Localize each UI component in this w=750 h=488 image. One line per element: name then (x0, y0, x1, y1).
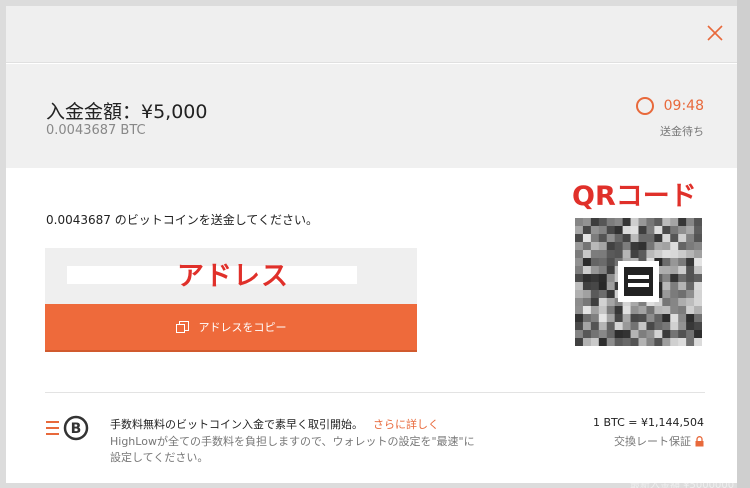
bitcoin-fast-icon: B (46, 415, 89, 441)
qr-code (575, 218, 702, 346)
qr-overlay-label: QRコード (572, 181, 697, 212)
deposit-modal: 入金金額：¥5,000 0.0043687 BTC 09:48 送金待ち 0.0… (6, 6, 737, 483)
close-icon (707, 25, 723, 41)
rate-guarantee: 交換レート保証 (614, 433, 704, 449)
copy-address-button[interactable]: アドレスをコピー (45, 304, 417, 350)
rate-guarantee-label: 交換レート保証 (614, 435, 691, 448)
copy-icon (175, 320, 189, 333)
address-box[interactable]: アドレス (45, 248, 417, 304)
svg-text:B: B (71, 421, 82, 437)
lock-icon (695, 435, 704, 446)
promo-text: 手数料無料のビットコイン入金で素早く取引開始。 さらに詳しく (110, 416, 439, 432)
promo-note-line1: HighLowが全ての手数料を負担しますので、ウォレットの設定を"最速"に (110, 435, 475, 448)
deposit-amount: 入金金額：¥5,000 (46, 101, 208, 123)
timer: 09:48 送金待ち (635, 97, 704, 139)
deposit-amount-btc: 0.0043687 BTC (46, 123, 146, 138)
send-instruction: 0.0043687 のビットコインを送金してください。 (46, 213, 318, 227)
address-overlay-label: アドレス (177, 261, 289, 292)
learn-more-link[interactable]: さらに詳しく (373, 418, 439, 431)
copy-address-label: アドレスをコピー (198, 322, 287, 334)
backdrop-right (737, 0, 750, 488)
exchange-rate: 1 BTC = ¥1,144,504 (593, 416, 704, 429)
modal-top-bar (6, 6, 737, 63)
close-button[interactable] (705, 23, 725, 43)
deposit-header: 入金金額：¥5,000 0.0043687 BTC 09:48 送金待ち (6, 64, 737, 168)
divider (45, 392, 705, 393)
timer-status: 送金待ち (660, 125, 704, 138)
promo-headline: 手数料無料のビットコイン入金で素早く取引開始。 (110, 418, 363, 431)
promo-note-line2: 設定してください。 (110, 451, 209, 464)
timer-time: 09:48 (663, 98, 704, 114)
timer-ring-icon (635, 97, 654, 115)
